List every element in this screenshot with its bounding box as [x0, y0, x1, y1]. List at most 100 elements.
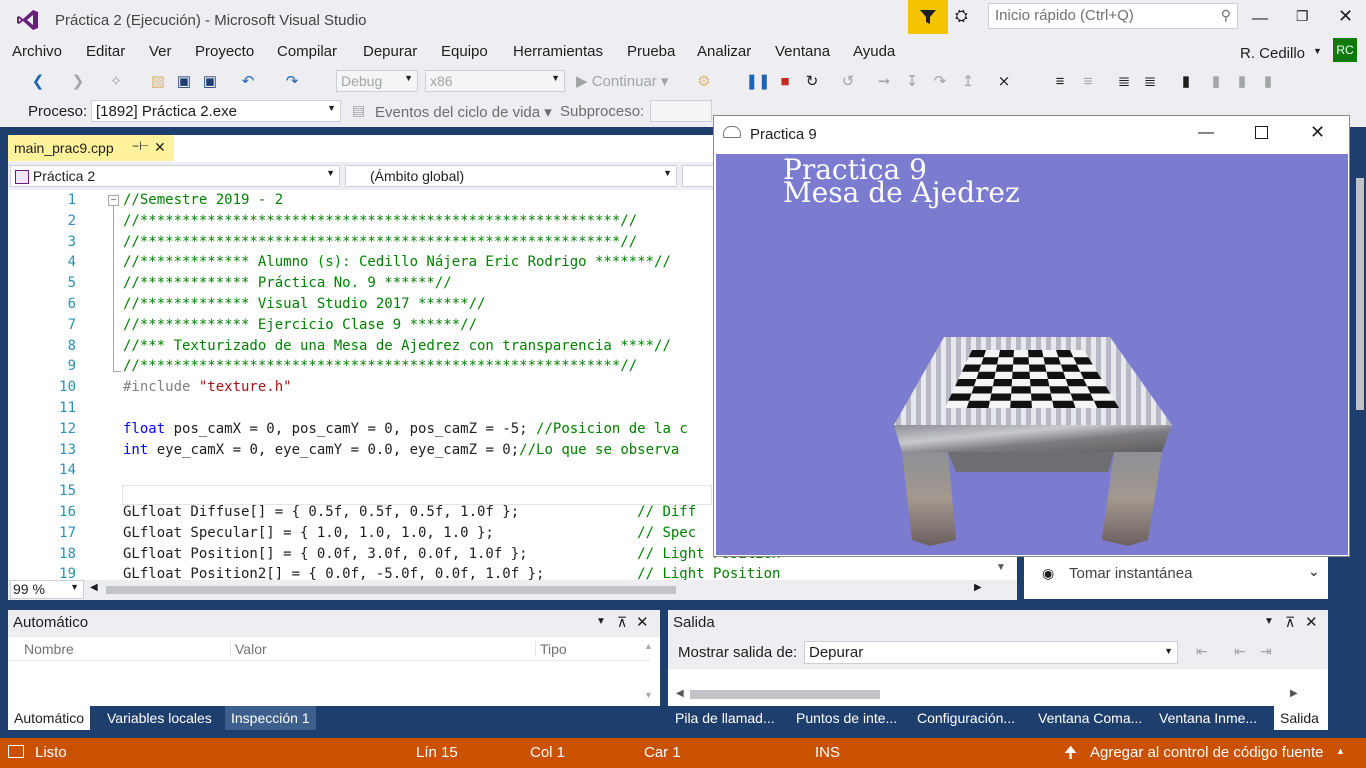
gl-maximize-button[interactable] [1255, 126, 1268, 139]
minimize-button[interactable]: — [1252, 10, 1268, 28]
chevron-down-icon[interactable]: ⌄ [1308, 563, 1320, 580]
menu-proyecto[interactable]: Proyecto [195, 43, 254, 60]
tab-puntos-interrupcion[interactable]: Puntos de inte... [790, 706, 903, 730]
output-source-select[interactable]: Depurar ▼ [804, 641, 1178, 664]
scroll-right-icon[interactable]: ▶ [974, 582, 982, 593]
chevron-up-icon[interactable]: ▲ [1336, 746, 1345, 756]
col-nombre[interactable]: Nombre [24, 641, 74, 657]
menu-ventana[interactable]: Ventana [775, 43, 830, 60]
save-all-icon[interactable]: ▣ [200, 71, 220, 91]
collapse-toggle-icon[interactable]: − [108, 195, 119, 206]
menu-editar[interactable]: Editar [86, 43, 125, 60]
upload-arrow-icon[interactable]: 🠉 [1064, 742, 1077, 768]
tab-ventana-comandos[interactable]: Ventana Coma... [1032, 706, 1148, 730]
step-into-icon[interactable]: ↧ [902, 71, 922, 91]
menu-ayuda[interactable]: Ayuda [853, 43, 895, 60]
find-prev-icon[interactable]: ⇤ [1234, 643, 1246, 660]
hex-icon[interactable]: ⨯ [994, 71, 1014, 91]
tab-pila-llamadas[interactable]: Pila de llamad... [669, 706, 781, 730]
snapshot-button[interactable]: Tomar instantánea [1069, 565, 1192, 582]
horizontal-scrollbar-thumb[interactable] [106, 586, 676, 594]
bookmark-icon[interactable]: ▮ [1176, 71, 1196, 91]
code-line[interactable]: 19 GLfloat Position2[] = { 0.0f, -5.0f, 0… [8, 564, 1017, 580]
output-hscroll-thumb[interactable] [690, 690, 880, 699]
gl-close-button[interactable]: ✕ [1310, 122, 1325, 143]
undo-icon[interactable]: ↶ [238, 71, 258, 91]
close-icon[interactable]: ✕ [636, 613, 649, 631]
back-icon[interactable]: ❮ [28, 71, 48, 91]
lifecycle-icon[interactable]: ▤ [352, 102, 365, 119]
menu-herramientas[interactable]: Herramientas [513, 43, 603, 60]
goto-line-icon[interactable]: ⇤ [1196, 643, 1208, 660]
restart-icon[interactable]: ↻ [802, 71, 822, 91]
zoom-select[interactable]: 99 % ▼ [10, 580, 84, 599]
pin-icon[interactable]: −⊢ [132, 139, 149, 153]
scroll-left-icon[interactable]: ◀ [90, 582, 98, 593]
avatar[interactable]: RC [1333, 38, 1357, 62]
step-out-icon[interactable]: ↥ [958, 71, 978, 91]
source-control-button[interactable]: Agregar al control de código fuente [1090, 744, 1324, 761]
process-select[interactable]: [1892] Práctica 2.exe ▼ [91, 100, 341, 122]
lifecycle-events[interactable]: Eventos del ciclo de vida ▾ [375, 103, 552, 121]
tab-automatico[interactable]: Automático [8, 706, 91, 730]
pin-icon[interactable]: ⊼ [1285, 614, 1295, 631]
config-select[interactable]: Debug ▼ [336, 70, 418, 92]
menu-depurar[interactable]: Depurar [363, 43, 417, 60]
process-icon[interactable]: ⚙ [694, 71, 714, 91]
vertical-scrollbar[interactable] [1356, 178, 1364, 410]
open-folder-icon[interactable]: ▧ [148, 71, 168, 91]
hot-reload-icon[interactable]: ↺ [838, 71, 858, 91]
scroll-down-icon[interactable]: ▼ [644, 690, 653, 700]
opengl-canvas[interactable]: Practica 9 Mesa de Ajedrez [716, 154, 1348, 555]
col-valor[interactable]: Valor [230, 641, 267, 657]
dropdown-icon[interactable]: ▼ [596, 616, 606, 627]
close-icon[interactable]: ✕ [1305, 613, 1318, 631]
redo-icon[interactable]: ↷ [282, 71, 302, 91]
menu-archivo[interactable]: Archivo [12, 43, 62, 60]
tab-inspeccion[interactable]: Inspección 1 [225, 706, 316, 730]
menu-analizar[interactable]: Analizar [697, 43, 751, 60]
dropdown-icon[interactable]: ▼ [1264, 616, 1274, 627]
restore-button[interactable]: ❐ [1296, 8, 1309, 25]
indent-icon[interactable]: ≣ [1114, 71, 1134, 91]
outdent-icon[interactable]: ≣ [1140, 71, 1160, 91]
threads-icon[interactable]: ≡ [1078, 71, 1098, 91]
forward-icon[interactable]: ❯ [68, 71, 88, 91]
thread-icon[interactable]: ≡ [1050, 71, 1070, 91]
tab-variables-locales[interactable]: Variables locales [101, 706, 218, 730]
scroll-up-icon[interactable]: ▲ [644, 641, 653, 651]
clear-bookmark-icon[interactable]: ▮ [1258, 71, 1278, 91]
prev-bookmark-icon[interactable]: ▮ [1206, 71, 1226, 91]
find-next-icon[interactable]: ⇥ [1260, 643, 1272, 660]
scroll-left-icon[interactable]: ◀ [676, 688, 684, 699]
project-select[interactable]: Práctica 2 ▼ [10, 165, 340, 187]
scroll-right-icon[interactable]: ▶ [1290, 688, 1298, 699]
show-next-icon[interactable]: ➞ [874, 71, 894, 91]
step-over-icon[interactable]: ↷ [930, 71, 950, 91]
close-tab-icon[interactable]: ✕ [154, 139, 166, 156]
scope-select[interactable]: (Ámbito global) ▼ [345, 165, 677, 187]
pin-icon[interactable]: ⊼ [617, 614, 627, 631]
document-tab[interactable]: main_prac9.cpp −⊢ ✕ [8, 135, 174, 161]
pause-icon[interactable]: ❚❚ [745, 71, 770, 91]
gl-minimize-button[interactable]: — [1198, 124, 1214, 142]
tab-configuracion[interactable]: Configuración... [911, 706, 1021, 730]
save-icon[interactable]: ▣ [174, 71, 194, 91]
next-bookmark-icon[interactable]: ▮ [1232, 71, 1252, 91]
tab-salida[interactable]: Salida [1274, 706, 1328, 730]
stop-icon[interactable]: ■ [775, 71, 795, 91]
feedback-icon[interactable]: ⛭ [955, 8, 968, 26]
menu-prueba[interactable]: Prueba [627, 43, 675, 60]
continue-button[interactable]: ▶ Continuar ▾ [576, 72, 668, 90]
tab-ventana-inmediato[interactable]: Ventana Inme... [1153, 706, 1263, 730]
col-tipo[interactable]: Tipo [535, 641, 567, 657]
menu-ver[interactable]: Ver [149, 43, 172, 60]
platform-select[interactable]: x86 ▼ [425, 70, 565, 92]
menu-compilar[interactable]: Compilar [277, 43, 337, 60]
chevron-down-icon[interactable]: ▼ [1313, 46, 1322, 56]
thread-select[interactable] [650, 100, 712, 122]
new-project-icon[interactable]: ✧ [106, 71, 126, 91]
quick-launch-input[interactable]: Inicio rápido (Ctrl+Q) ⚲ [988, 3, 1238, 29]
user-name[interactable]: R. Cedillo [1240, 45, 1305, 62]
notification-filter-icon[interactable] [908, 0, 948, 34]
